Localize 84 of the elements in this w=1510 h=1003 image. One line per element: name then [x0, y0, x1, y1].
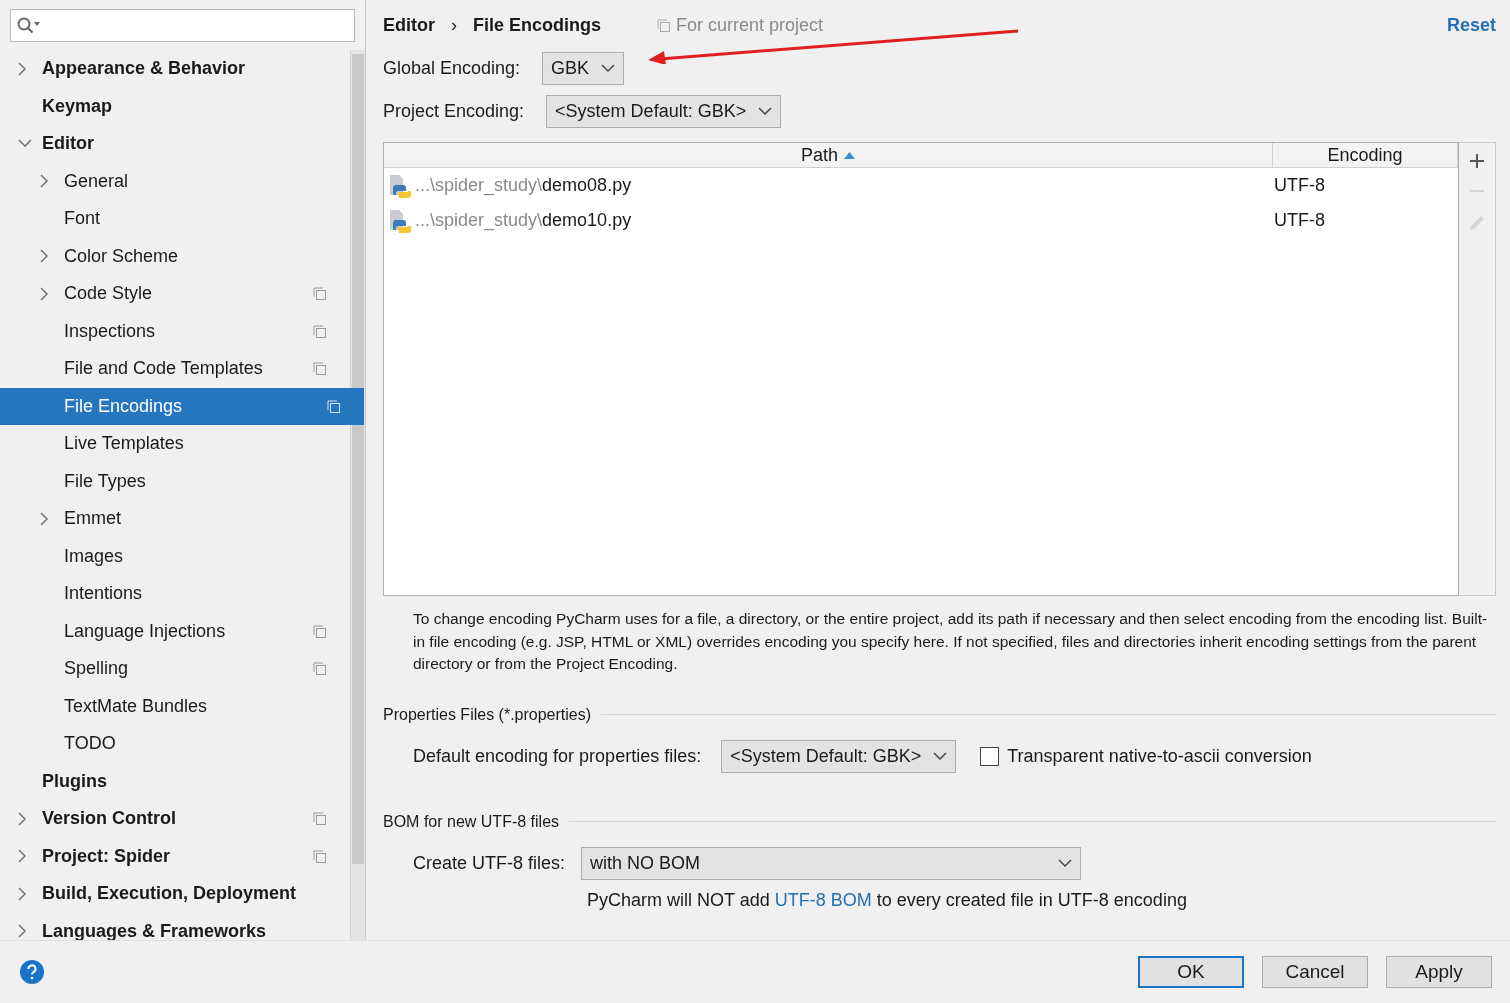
section-title: Properties Files (*.properties) [383, 705, 592, 724]
table-cell: ...\spider_study\demo08.py [384, 173, 1270, 198]
chevron-right-icon [40, 174, 49, 189]
page-title: File Encodings [473, 14, 601, 36]
table-cell-text: UTF-8 [1273, 210, 1326, 231]
sidebar-item[interactable]: Language Injections [0, 612, 350, 650]
description-text: To change encoding PyCharm uses for a file, a directory, or the entire project, add its path if necessary and then select encoding from the encoding list. Built-in file encoding (e.g. JSP, HTML or XML) overrides encoding you specify here. If not specified, files and directories inherit encoding settings from the parent directory or from the Project Encoding. [413, 609, 1489, 674]
sidebar-item[interactable]: Inspections [0, 312, 350, 350]
breadcrumb-separator: › [451, 14, 457, 36]
copy-icon [313, 324, 326, 338]
help-icon[interactable] [20, 960, 44, 984]
checkbox-label: Transparent native-to-ascii conversion [1007, 745, 1312, 767]
caret-icon [758, 107, 773, 116]
bom-note: PyCharm will NOT add UTF-8 BOM to every created file in UTF-8 encoding [587, 889, 1188, 911]
dialog-button[interactable]: Cancel [1262, 956, 1368, 988]
caret-icon [601, 64, 616, 73]
properties-encoding-dropdown[interactable]: <System Default: GBK> [721, 739, 957, 773]
scope-label: For current project [676, 14, 824, 36]
sidebar-item[interactable]: File Types [0, 462, 350, 500]
sidebar-item[interactable]: Emmet [0, 500, 350, 538]
table-cell-text: UTF-8 [1273, 175, 1326, 196]
sidebar-item[interactable]: Font [0, 200, 350, 238]
sidebar-item[interactable]: Intentions [0, 575, 350, 613]
caret-icon [1058, 858, 1073, 868]
column-header[interactable]: Encoding [1273, 143, 1458, 167]
add-icon[interactable] [1469, 153, 1485, 169]
copy-icon [313, 362, 326, 376]
field-label: Create UTF-8 files: [413, 852, 566, 874]
sidebar-item[interactable]: Appearance & Behavior [0, 50, 350, 88]
chevron-right-icon [40, 511, 49, 526]
sidebar-item[interactable]: TextMate Bundles [0, 687, 350, 725]
breadcrumb-parent: Editor [383, 14, 435, 36]
dialog-button[interactable]: Apply [1386, 956, 1492, 988]
sidebar-item[interactable]: Keymap [0, 87, 350, 125]
dialog-button[interactable]: OK [1138, 956, 1244, 988]
sidebar-item[interactable]: Languages & Frameworks [0, 912, 350, 940]
sidebar-item[interactable]: Version Control [0, 800, 350, 838]
chevron-right-icon [18, 886, 27, 901]
sidebar-item[interactable]: Images [0, 537, 350, 575]
python-file-icon [389, 173, 411, 198]
sidebar-item[interactable]: Editor [0, 125, 350, 163]
project-encoding-dropdown[interactable]: <System Default: GBK> [546, 95, 782, 128]
search-field[interactable] [10, 9, 355, 42]
field-label: Default encoding for properties files: [413, 745, 702, 767]
sidebar-item[interactable]: TODO [0, 725, 350, 763]
sidebar-item[interactable]: Code Style [0, 275, 350, 313]
chevron-down-icon [18, 139, 32, 149]
field-label: Project Encoding: [383, 101, 525, 122]
sidebar-item[interactable]: Plugins [0, 762, 350, 800]
search-icon [17, 16, 41, 35]
sidebar-item[interactable]: Live Templates [0, 425, 350, 463]
copy-icon [313, 287, 326, 301]
reset-link[interactable]: Reset [1446, 14, 1496, 36]
copy-icon [657, 18, 670, 32]
sidebar-item[interactable]: File Encodings [0, 387, 364, 425]
chevron-right-icon [40, 286, 49, 301]
chevron-right-icon [18, 811, 27, 826]
sidebar-item[interactable]: Project: Spider [0, 837, 350, 875]
section-title: BOM for new UTF-8 files [383, 812, 560, 831]
chevron-right-icon [18, 924, 27, 939]
copy-icon [327, 399, 340, 413]
python-file-icon [389, 208, 411, 233]
caret-icon [933, 751, 948, 761]
global-encoding-dropdown[interactable]: GBK [542, 52, 625, 85]
chevron-right-icon [40, 249, 49, 264]
column-header[interactable]: Path [384, 143, 1273, 167]
sidebar-item[interactable]: Build, Execution, Deployment [0, 875, 350, 913]
chevron-right-icon [18, 849, 27, 864]
scrollbar[interactable] [350, 50, 365, 940]
sidebar-item[interactable]: Color Scheme [0, 237, 350, 275]
copy-icon [313, 812, 326, 826]
sidebar-item[interactable]: General [0, 162, 350, 200]
sidebar-item[interactable]: File and Code Templates [0, 350, 350, 388]
field-label: Global Encoding: [383, 58, 521, 79]
copy-icon [313, 662, 326, 676]
bom-link[interactable]: UTF-8 BOM [774, 889, 872, 910]
copy-icon [313, 849, 326, 863]
sort-up-icon [844, 151, 855, 159]
table-cell: ...\spider_study\demo10.py [384, 208, 1270, 233]
sidebar-item[interactable]: Spelling [0, 650, 350, 688]
copy-icon [313, 624, 326, 638]
chevron-right-icon [18, 61, 27, 76]
bom-dropdown[interactable]: with NO BOM [581, 846, 1082, 880]
checkbox[interactable] [980, 746, 1000, 766]
